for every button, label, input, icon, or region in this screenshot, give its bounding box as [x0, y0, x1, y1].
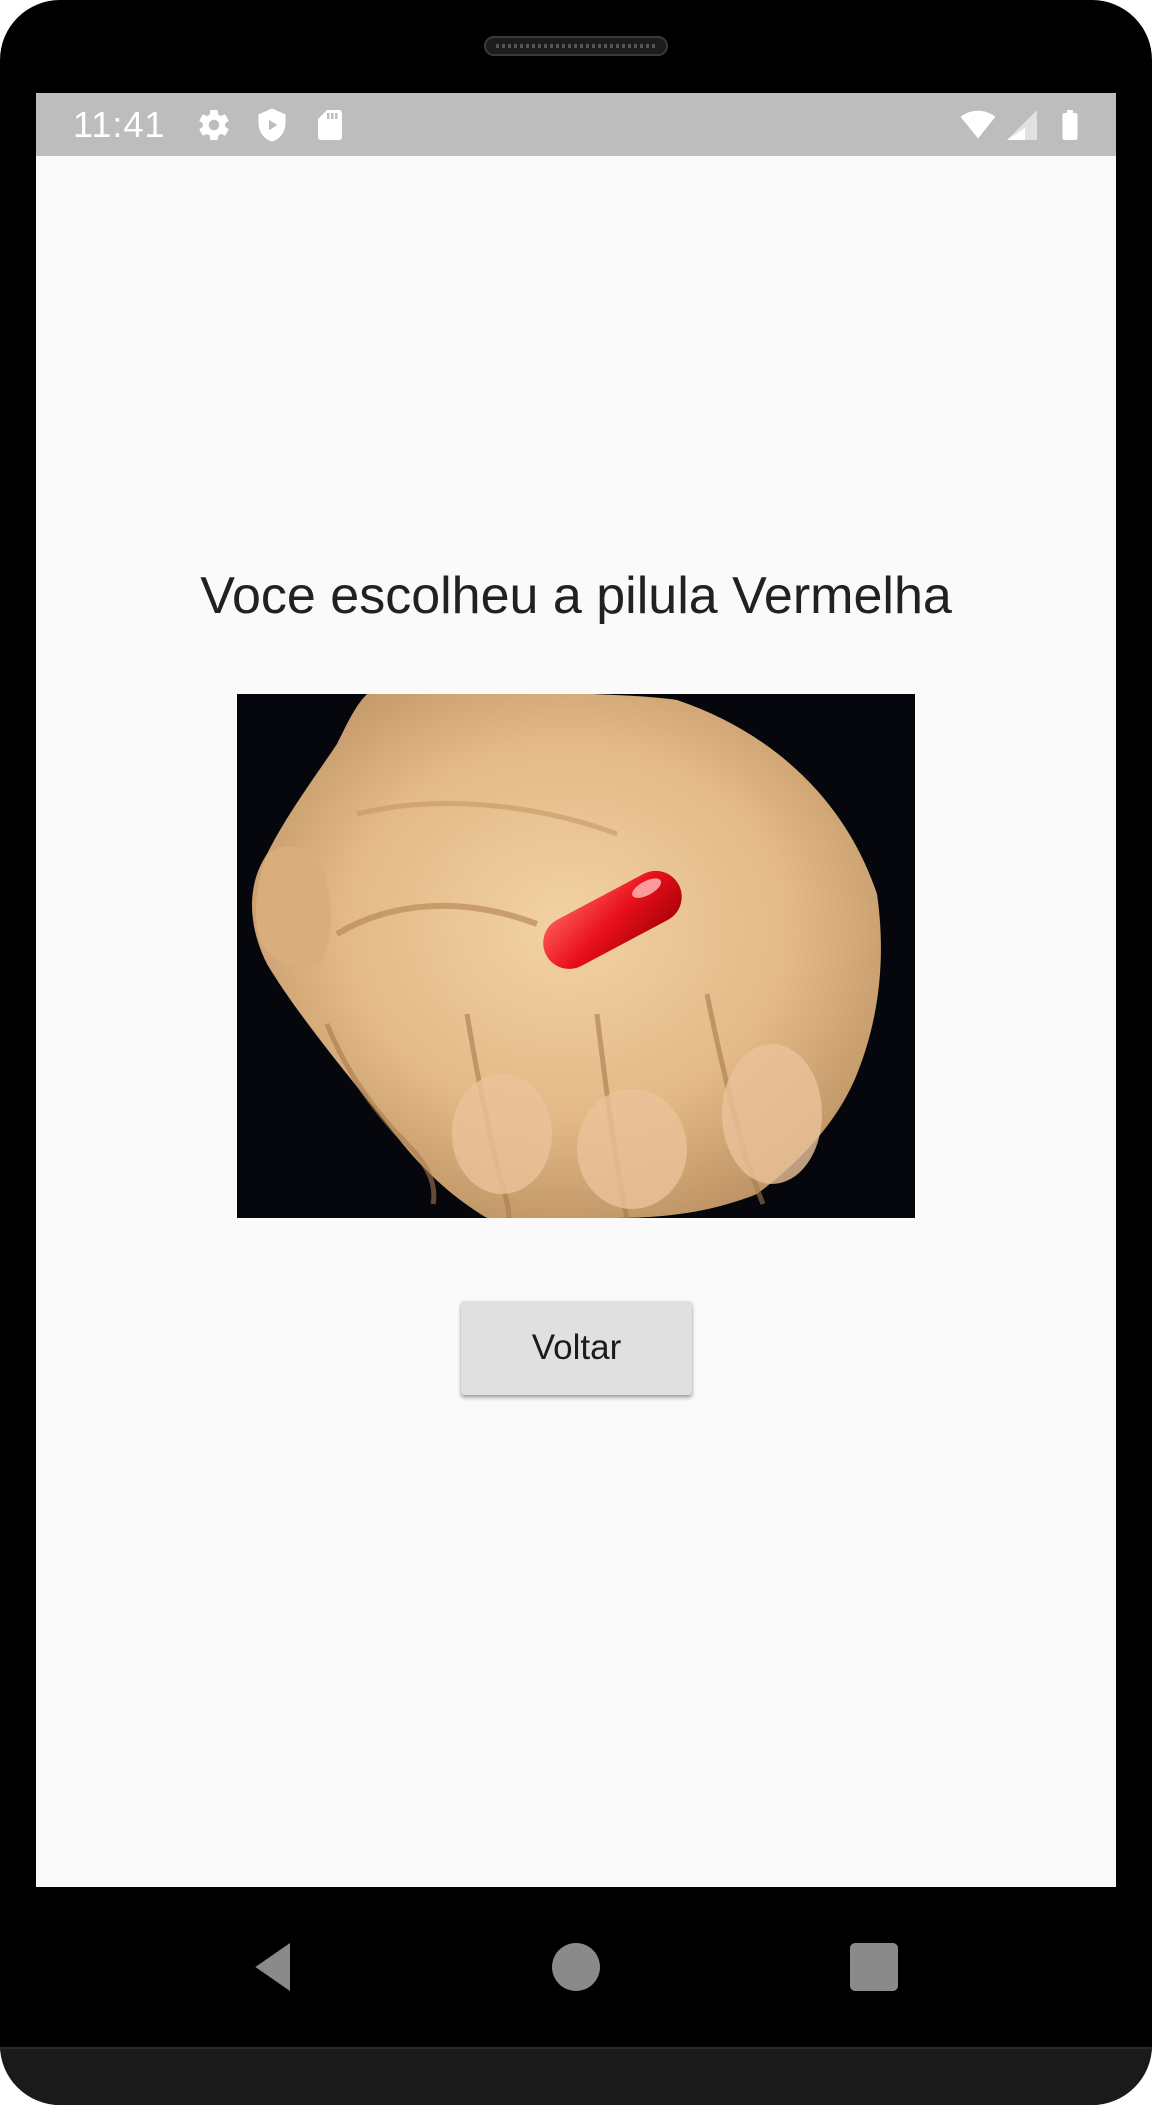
status-bar: 11:41	[36, 93, 1116, 156]
cell-signal-icon	[1007, 110, 1037, 140]
recents-nav-icon[interactable]	[842, 1935, 906, 1999]
earpiece-speaker	[484, 36, 668, 56]
status-time: 11:41	[73, 104, 166, 145]
result-message: Voce escolheu a pilula Vermelha	[200, 567, 952, 625]
home-nav-icon[interactable]	[544, 1935, 608, 1999]
device-frame: 11:41 Voce escolheu a pilula Vermelha Vo…	[0, 0, 1152, 2105]
device-chin	[0, 2047, 1152, 2105]
wifi-icon	[960, 110, 996, 139]
battery-icon	[1062, 110, 1078, 140]
back-nav-icon[interactable]	[242, 1935, 306, 1999]
shield-icon	[258, 108, 286, 142]
app-screen: 11:41 Voce escolheu a pilula Vermelha Vo…	[36, 93, 1116, 1887]
gear-icon	[199, 110, 229, 141]
system-navigation-bar	[0, 1887, 1152, 2047]
hand-illustration	[237, 694, 915, 1218]
app-content: Voce escolheu a pilula Vermelha Voltar	[36, 156, 1116, 1887]
back-button[interactable]: Voltar	[461, 1301, 692, 1395]
sd-card-icon	[318, 110, 342, 140]
red-pill-in-hand-image	[237, 694, 915, 1218]
